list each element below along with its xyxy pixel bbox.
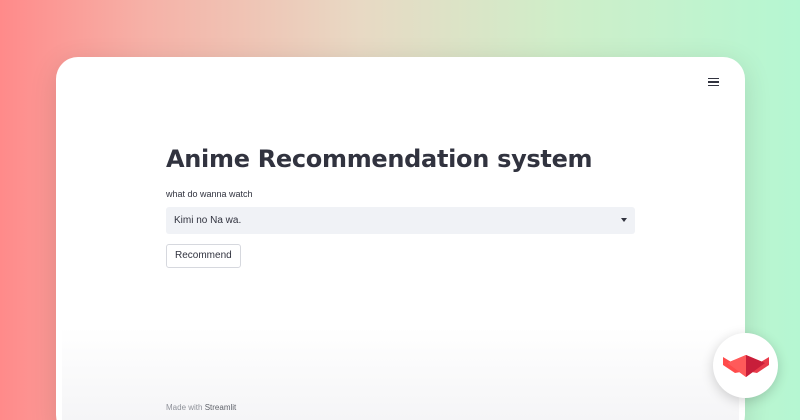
footer-credit: Made with Streamlit (166, 403, 236, 412)
footer-gradient (62, 327, 739, 420)
page-title: Anime Recommendation system (166, 145, 593, 173)
hamburger-menu-icon[interactable] (705, 74, 723, 90)
footer-prefix: Made with (166, 403, 203, 412)
menu-line (708, 84, 719, 87)
streamlit-link[interactable]: Streamlit (205, 403, 237, 412)
streamlit-crown-icon (723, 355, 769, 377)
menu-line (708, 77, 719, 80)
app-window: Anime Recommendation system what do wann… (56, 57, 745, 420)
anime-select[interactable]: Kimi no Na wa. (166, 207, 635, 234)
streamlit-logo-badge[interactable] (713, 333, 778, 398)
menu-line (708, 81, 719, 83)
select-value: Kimi no Na wa. (174, 215, 242, 226)
chevron-down-icon (621, 218, 627, 222)
select-label: what do wanna watch (166, 189, 253, 199)
recommend-button[interactable]: Recommend (166, 244, 241, 268)
